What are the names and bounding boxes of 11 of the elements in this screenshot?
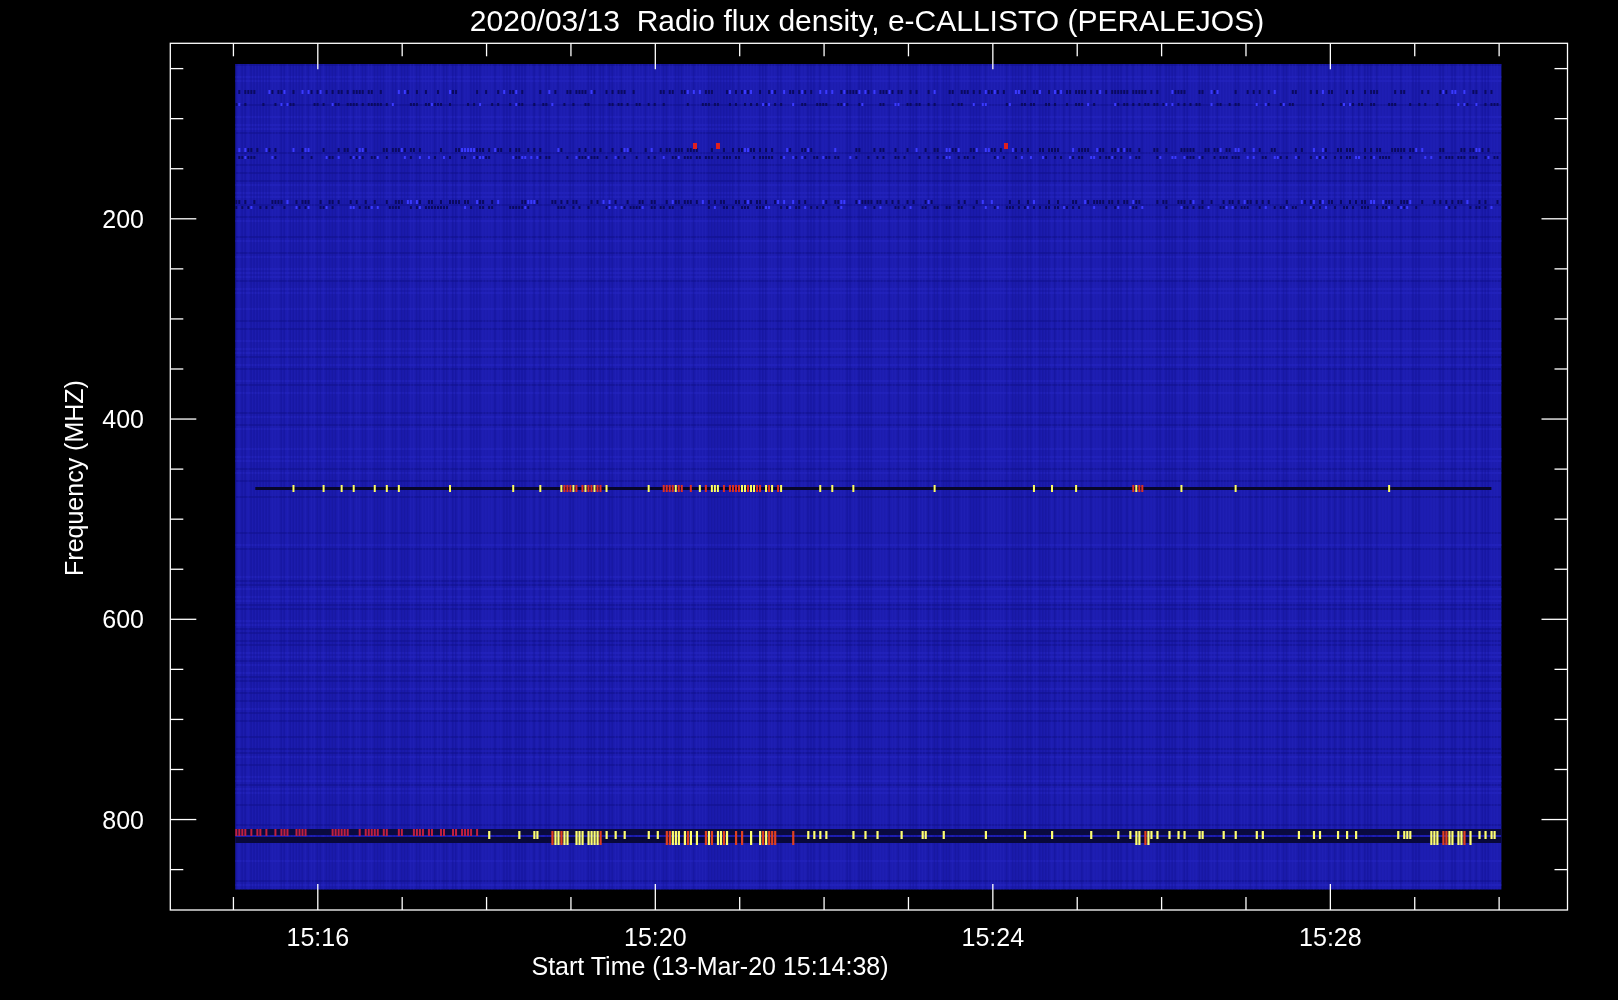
y-tick-label: 400 xyxy=(102,405,144,434)
x-tick-label: 15:16 xyxy=(286,923,350,951)
y-tick-label: 800 xyxy=(102,805,144,834)
x-tick-label: 15:28 xyxy=(1299,923,1362,951)
y-axis-label: Frequency (MHZ) xyxy=(60,380,88,576)
x-tick-label: 15:24 xyxy=(961,923,1025,951)
chart-title: 2020/03/13 Radio flux density, e-CALLISTO (PERALEJOS) xyxy=(469,4,1265,37)
y-tick-label: 600 xyxy=(102,605,144,634)
x-tick-label: 15:20 xyxy=(624,923,687,951)
y-tick-label: 200 xyxy=(102,204,144,233)
x-axis-label: Start Time (13-Mar-20 15:14:38) xyxy=(531,952,889,980)
